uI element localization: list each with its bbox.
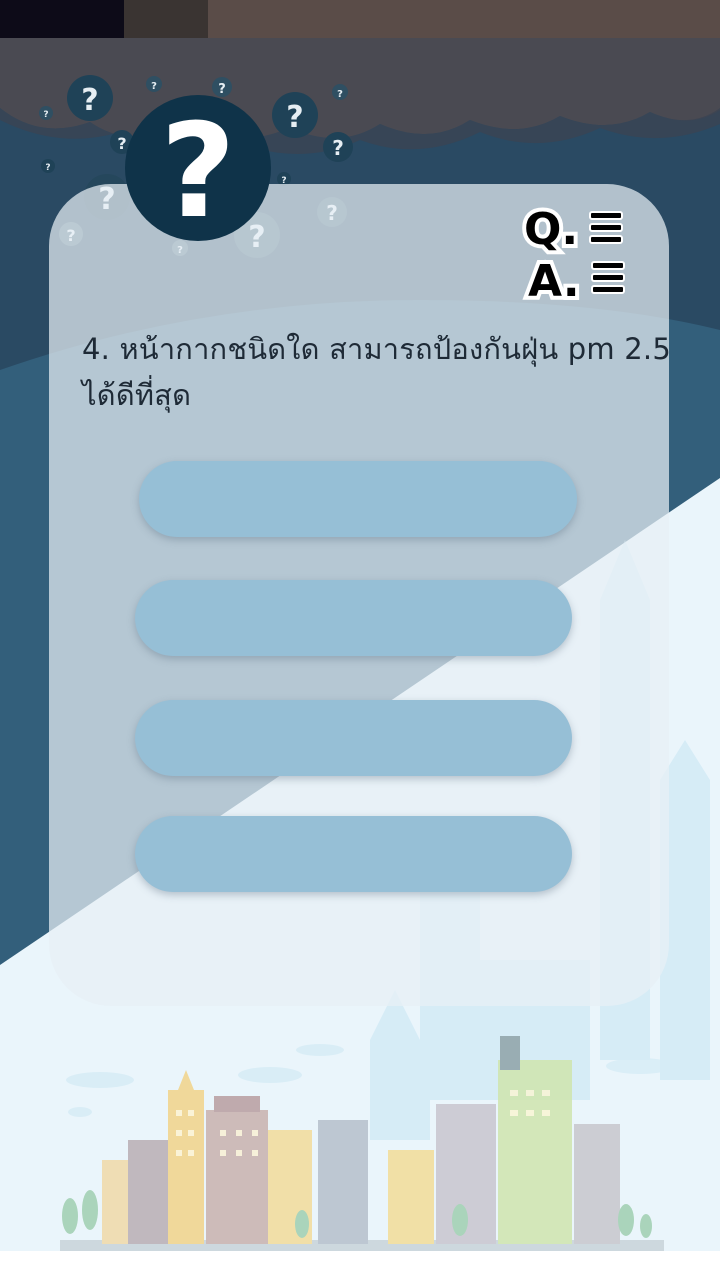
answer-option-4[interactable] [135, 816, 572, 892]
answer-option-1[interactable] [139, 461, 577, 537]
qa-logo-q: Q. [524, 204, 578, 255]
status-bar-segment [0, 0, 124, 38]
svg-text:?: ? [45, 163, 50, 173]
svg-text:?: ? [151, 81, 157, 92]
svg-text:?: ? [337, 89, 343, 100]
status-bar-segment [208, 0, 720, 38]
status-bar [0, 0, 720, 38]
status-bar-segment [124, 0, 208, 38]
svg-text:?: ? [81, 83, 98, 118]
answer-option-3[interactable] [135, 700, 572, 776]
question-text: 4. หน้ากากชนิดใด สามารถป้องกันฝุ่น pm 2.… [82, 332, 671, 412]
svg-text:?: ? [286, 100, 303, 135]
answer-option-2[interactable] [135, 580, 572, 656]
svg-text:?: ? [160, 95, 235, 242]
svg-text:?: ? [332, 136, 344, 160]
question-mark-icon: ? [125, 95, 271, 242]
svg-text:?: ? [43, 110, 48, 120]
bottom-strip [0, 1251, 720, 1280]
qa-logo: Q. A. [520, 198, 630, 311]
qa-logo-a: A. [528, 256, 580, 302]
